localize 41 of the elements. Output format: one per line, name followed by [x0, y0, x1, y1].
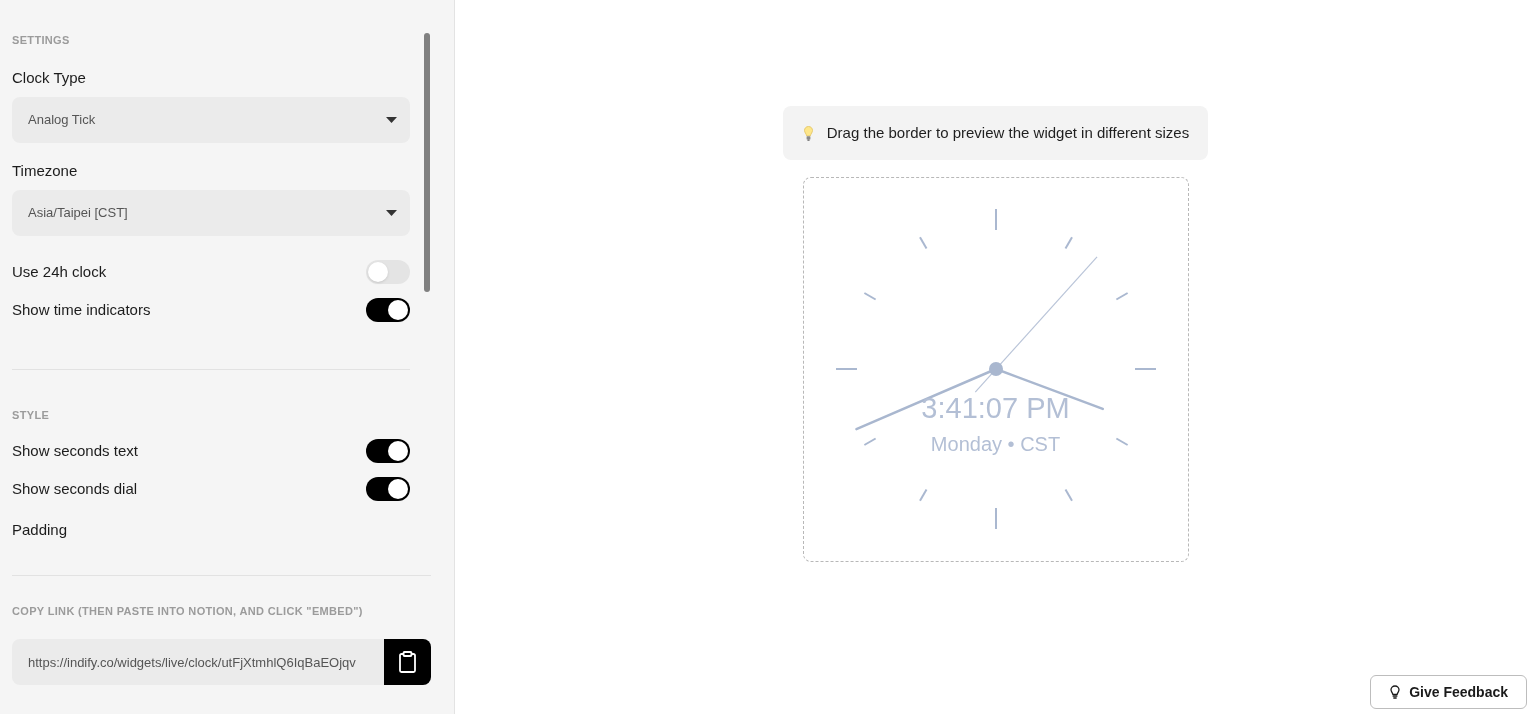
clipboard-icon — [399, 651, 416, 673]
toggle-switch[interactable] — [366, 260, 410, 284]
copy-button[interactable] — [384, 639, 431, 685]
clock-caption: Monday • CST — [930, 432, 1061, 457]
center-dot-icon — [988, 362, 1003, 376]
toggle-switch[interactable] — [366, 439, 410, 463]
clock-time: 3:41:07 PM — [921, 391, 1070, 426]
tick-mark — [918, 488, 927, 502]
dropdown-select[interactable]: Analog Tick — [12, 97, 410, 143]
tick-mark — [862, 437, 877, 446]
toggle-switch[interactable] — [366, 477, 410, 501]
toggle-label: Show seconds dial — [12, 479, 138, 499]
field-label: Padding — [12, 520, 69, 540]
section-heading: SETTINGS — [12, 33, 71, 48]
toggle-switch[interactable] — [366, 298, 410, 322]
section-heading: COPY LINK (THEN PASTE INTO NOTION, AND CLICK "EMBED") — [12, 604, 364, 619]
tick-mark — [1114, 292, 1129, 301]
lightbulb-icon — [803, 125, 813, 141]
field-label: Timezone — [12, 161, 79, 181]
toggle-label: Show seconds text — [12, 441, 138, 461]
lightbulb-icon — [1390, 685, 1401, 699]
tick-mark — [994, 208, 997, 231]
link-field[interactable]: https://indify.co/widgets/live/clock/utFjXtmhlQ6IqBaEOjqv — [12, 639, 384, 685]
tick-mark — [1114, 437, 1129, 446]
tick-mark — [1064, 236, 1073, 250]
tick-mark — [918, 236, 927, 250]
scrollbar-thumb[interactable] — [424, 33, 430, 292]
dropdown-select[interactable]: Asia/Taipei [CST] — [12, 190, 410, 236]
tick-mark — [862, 292, 877, 301]
field-label: Clock Type — [12, 68, 87, 88]
toggle-label: Show time indicators — [12, 300, 151, 320]
tick-mark — [994, 507, 997, 530]
tip-text: Drag the border to preview the widget in different sizes — [826, 123, 1190, 143]
tick-mark — [1133, 368, 1157, 370]
caret-icon — [386, 210, 397, 216]
toggle-label: Use 24h clock — [12, 262, 107, 282]
feedback-button[interactable]: Give Feedback — [1370, 675, 1527, 709]
tick-mark — [1064, 488, 1073, 502]
tick-mark — [834, 368, 858, 370]
section-heading: STYLE — [12, 408, 51, 423]
caret-icon — [386, 117, 397, 123]
